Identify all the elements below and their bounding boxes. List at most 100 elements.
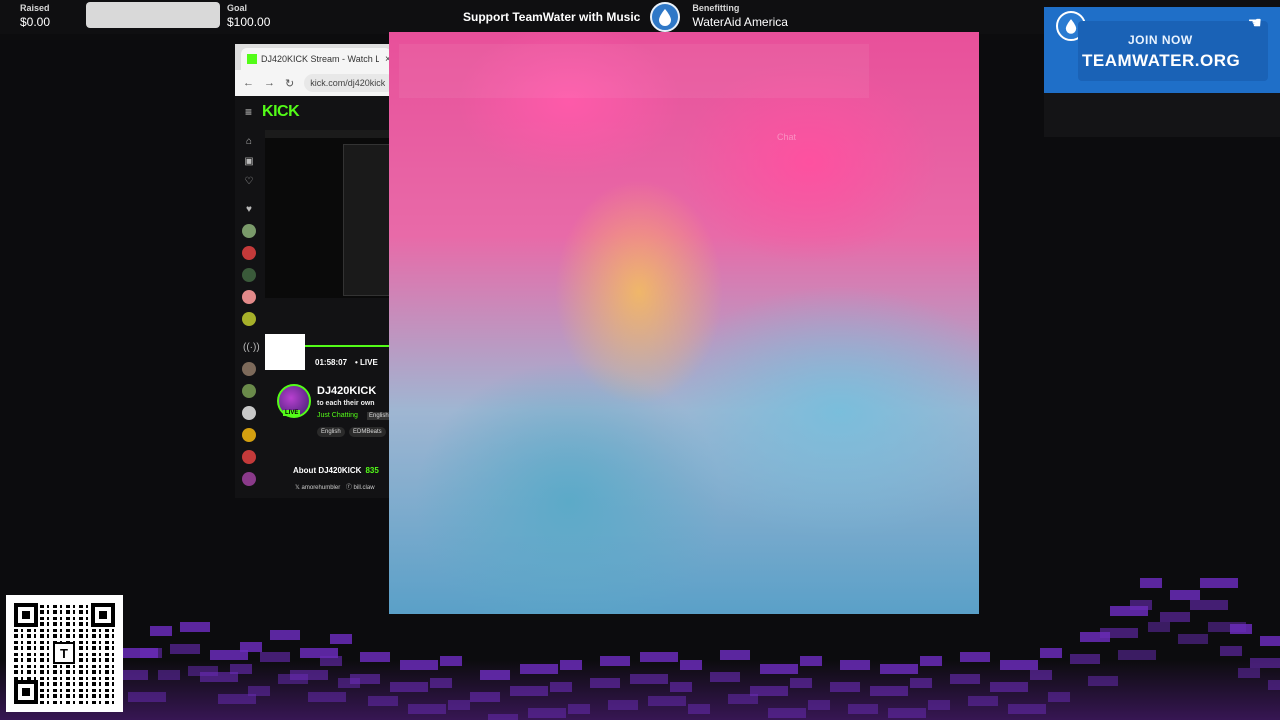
channel-avatar[interactable] [242,312,256,326]
visualizer-block [320,656,342,666]
stream-category[interactable]: Just Chatting [317,412,358,419]
following-icon[interactable]: ♡ [243,176,255,188]
visualizer-block [670,682,692,692]
visualizer-block [230,664,252,674]
browser-toolbar: ← → ↻ kick.com/dj420kick [235,70,391,96]
visualizer-block [1190,600,1228,610]
tag-chip[interactable]: English [317,427,345,437]
smoke-video-overlay: Chat [389,32,979,614]
browser-tab-title: DJ420KICK Stream - Watch Live [261,54,379,64]
visualizer-block [768,708,806,718]
visualizer-block [750,686,788,696]
visualizer-block [1100,628,1138,638]
visualizer-block [840,660,870,670]
channel-avatar[interactable] [242,384,256,398]
benefit-label: Benefitting [692,3,740,13]
mini-qr-code [265,334,305,370]
home-icon[interactable]: ⌂ [243,136,255,148]
visualizer-block [1148,622,1170,632]
visualizer-block [1170,590,1200,600]
visualizer-block [1268,680,1280,690]
visualizer-block [608,700,638,710]
raised-label: Raised [20,3,50,13]
visualizer-block [640,652,678,662]
visualizer-block [1008,704,1046,714]
raised-block: Raised $0.00 [20,3,50,31]
visualizer-block [950,674,980,684]
visualizer-block [390,682,428,692]
kick-sidebar: ⌂ ▣ ♡ ♥ ((·)) [235,128,263,498]
audio-visualizer [0,560,1280,720]
thumbnail-topbar [265,130,391,138]
visualizer-block [488,714,518,720]
streamer-name[interactable]: DJ420KICK [317,385,376,397]
visualizer-block [1000,660,1038,670]
channel-avatar[interactable] [242,246,256,260]
water-drop-icon [650,2,681,32]
visualizer-block [648,696,686,706]
goal-label: Goal [227,3,248,13]
tag-chip[interactable]: EDMBeats [349,427,386,437]
visualizer-block [520,664,558,674]
visualizer-block [630,674,668,684]
visualizer-block [870,686,908,696]
channel-avatar[interactable] [242,406,256,420]
visualizer-block [1088,676,1118,686]
visualizer-block [308,692,346,702]
visualizer-block [920,656,942,666]
visualizer-block [960,652,990,662]
tiltify-logo-icon: T [53,642,75,664]
browse-icon[interactable]: ▣ [243,156,255,168]
heart-icon: ♥ [246,204,252,215]
visualizer-block [1070,654,1100,664]
browser-tab[interactable]: DJ420KICK Stream - Watch Live × [241,48,391,70]
visualizer-block [408,704,446,714]
teamwater-ad[interactable]: JOIN NOW TEAMWATER.ORG ☚ [1044,7,1280,93]
qr-finder-pattern [91,603,115,627]
ad-site-text: TEAMWATER.ORG [1082,51,1241,70]
kick-favicon-icon [247,54,257,64]
channel-avatar[interactable] [242,428,256,442]
channel-avatar[interactable] [242,268,256,282]
promo-text: Support TeamWater with Music [463,10,641,24]
visualizer-block [1230,624,1252,634]
visualizer-block [808,700,830,710]
visualizer-block [710,672,740,682]
visualizer-block [1238,668,1260,678]
visualizer-block [128,692,166,702]
visualizer-block [760,664,798,674]
language-chip: English [367,412,391,420]
visualizer-block [968,696,998,706]
visualizer-block [360,652,390,662]
channel-avatar[interactable] [242,290,256,304]
social-fb-handle[interactable]: bill.claw [354,485,375,491]
menu-icon[interactable]: ≡ [245,105,252,119]
social-x-handle[interactable]: amorehumbler [302,485,341,491]
goal-value: $100.00 [227,15,271,29]
channel-avatar[interactable] [242,450,256,464]
visualizer-block [440,656,462,666]
visualizer-block [158,670,180,680]
stream-player-thumbnail[interactable] [265,130,391,298]
visualizer-block [510,686,548,696]
visualizer-block [1250,658,1280,668]
visualizer-block [600,656,630,666]
visualizer-block [1140,578,1162,588]
back-icon[interactable]: ← [243,77,254,89]
kick-logo[interactable]: KICK [262,103,300,121]
qr-finder-pattern [14,680,38,704]
captured-browser-window: DJ420KICK Stream - Watch Live × ← → ↻ ki… [235,44,391,498]
promo-block: Support TeamWater with Music Benefitting… [463,0,788,34]
visualizer-block [910,678,932,688]
visualizer-block [560,660,582,670]
visualizer-block [568,704,590,714]
reload-icon[interactable]: ↻ [285,77,294,90]
channel-avatar[interactable] [242,472,256,486]
address-bar[interactable]: kick.com/dj420kick [304,74,391,92]
forward-icon[interactable]: → [264,77,275,89]
visualizer-block [550,682,572,692]
channel-avatar[interactable] [242,224,256,238]
ad-below-panel [1044,93,1280,137]
visualizer-block [848,704,878,714]
channel-avatar[interactable] [242,362,256,376]
